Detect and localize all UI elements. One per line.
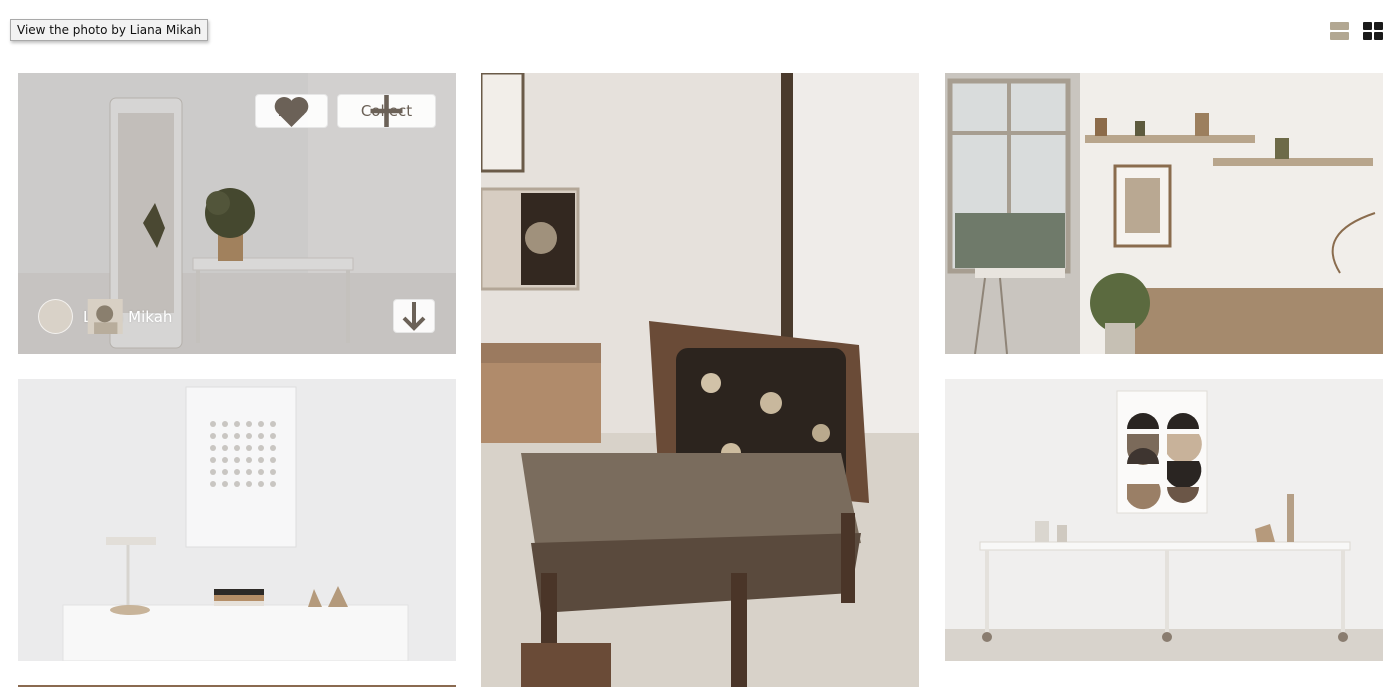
- arrow-down-icon: [402, 302, 426, 331]
- photo-image: [945, 73, 1383, 354]
- download-button[interactable]: [393, 299, 435, 333]
- plus-icon: [370, 95, 403, 127]
- photo-author[interactable]: Liana Mikah: [38, 299, 172, 334]
- heart-icon: [274, 97, 309, 127]
- photo-image: [481, 73, 919, 687]
- collect-button[interactable]: Collect: [337, 94, 436, 128]
- list-view-icon[interactable]: [1330, 22, 1349, 40]
- photo-card-mirror-room[interactable]: 163 Collect Liana Mikah: [18, 73, 456, 354]
- photo-image: [945, 379, 1383, 661]
- photo-card-window-room[interactable]: [945, 73, 1383, 354]
- photo-tooltip: View the photo by Liana Mikah: [10, 19, 209, 41]
- avatar: [38, 299, 123, 334]
- like-button[interactable]: 163: [255, 94, 328, 128]
- photo-card-chair-room[interactable]: [481, 73, 919, 687]
- photo-image: [18, 379, 456, 661]
- photo-card-shapes-poster-desk[interactable]: [945, 379, 1383, 661]
- photo-card-dot-poster-desk[interactable]: [18, 379, 456, 661]
- grid-view-icon[interactable]: [1363, 22, 1383, 40]
